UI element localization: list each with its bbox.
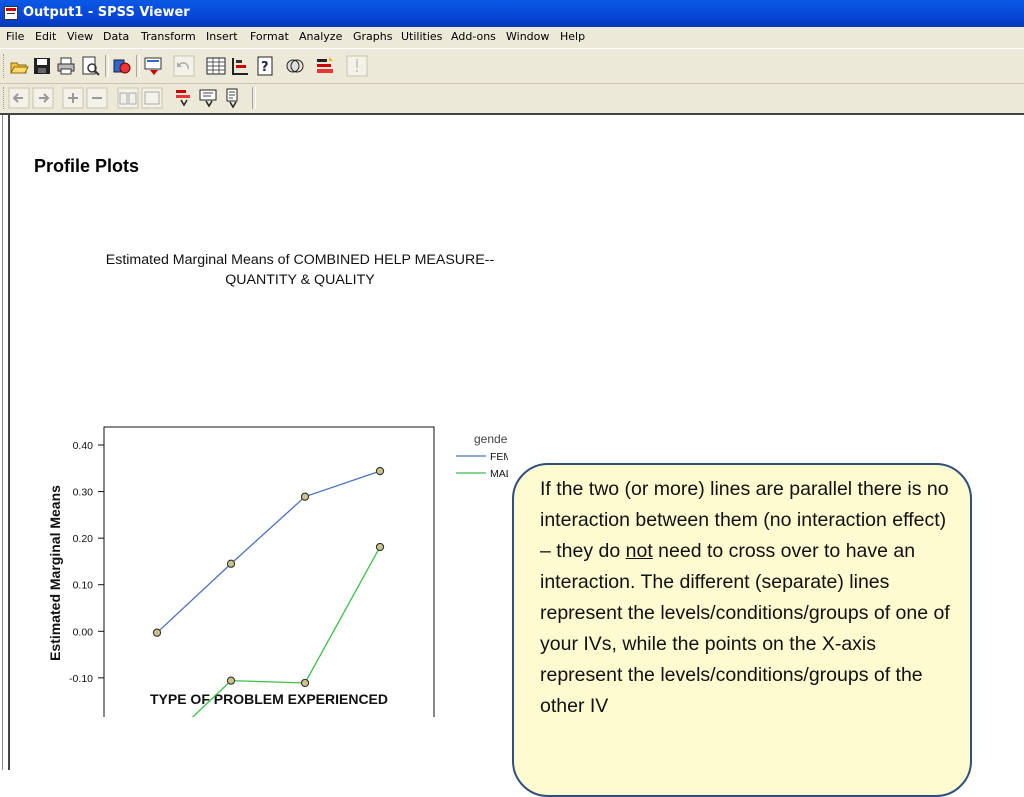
variables-icon[interactable]: ? — [254, 55, 276, 77]
menu-view[interactable]: View — [67, 30, 93, 43]
data-point-male — [226, 676, 236, 685]
menu-insert[interactable]: Insert — [206, 30, 238, 43]
svg-text:?: ? — [261, 60, 269, 75]
legend-label-female: FEMALE — [490, 451, 508, 463]
data-point-male — [300, 678, 310, 688]
outline-toolbar — [0, 84, 1024, 113]
data-point-female — [226, 559, 236, 568]
outline-pane-edge[interactable] — [0, 115, 10, 770]
menu-edit[interactable]: Edit — [35, 30, 56, 43]
menu-help[interactable]: Help — [560, 30, 585, 43]
menu-data[interactable]: Data — [103, 30, 129, 43]
insert-title-icon[interactable] — [197, 87, 219, 109]
y-axis-label: Estimated Marginal Means — [47, 485, 63, 661]
data-point-female — [375, 466, 385, 476]
y-tick-label: 0.30 — [73, 487, 94, 499]
demote-icon[interactable] — [32, 87, 54, 109]
toolbar-separator — [252, 87, 256, 109]
x-axis-label: TYPE OF PROBLEM EXPERIENCED — [150, 691, 388, 707]
data-point-female — [152, 628, 162, 637]
collapse-icon[interactable] — [86, 87, 108, 109]
section-title[interactable]: Profile Plots — [34, 156, 139, 177]
undo-icon[interactable] — [173, 55, 195, 77]
profile-plot-chart[interactable]: Estimated Marginal Means of COMBINED HEL… — [38, 247, 508, 717]
insert-text-icon[interactable] — [222, 87, 244, 109]
legend-title: gender — [474, 432, 508, 446]
select-last-output-icon[interactable] — [314, 55, 336, 77]
toolbar-separator — [105, 55, 109, 77]
print-preview-icon[interactable] — [79, 55, 101, 77]
plot-frame — [103, 426, 435, 717]
run-icon[interactable] — [346, 55, 368, 77]
spss-app-icon[interactable] — [4, 6, 18, 20]
window-title: Output1 - SPSS Viewer — [23, 5, 190, 20]
goto-data-icon[interactable] — [205, 55, 227, 77]
legend-label-male: MALE — [490, 468, 508, 480]
data-point-male — [375, 542, 385, 552]
callout-emphasis: not — [625, 540, 653, 562]
menu-bar: File Edit View Data Transform Insert For… — [0, 27, 1024, 49]
chart-title-line1: Estimated Marginal Means of COMBINED HEL… — [106, 252, 495, 268]
chart-title-line2: QUANTITY & QUALITY — [225, 272, 375, 288]
standard-toolbar: ? — [0, 49, 1024, 84]
output-pane[interactable]: Profile Plots Estimated Marginal Means o… — [0, 113, 1024, 797]
data-point-female — [300, 492, 310, 501]
callout-text: If the two (or more) lines are parallel … — [540, 474, 962, 722]
promote-icon[interactable] — [8, 87, 30, 109]
insert-heading-icon[interactable] — [172, 87, 194, 109]
menu-format[interactable]: Format — [250, 30, 289, 43]
y-tick-label: 0.20 — [73, 533, 94, 545]
open-icon[interactable] — [8, 55, 30, 77]
use-sets-icon[interactable] — [284, 55, 306, 77]
print-icon[interactable] — [55, 55, 77, 77]
menu-window[interactable]: Window — [506, 30, 549, 43]
explanation-callout: If the two (or more) lines are parallel … — [512, 463, 972, 797]
menu-transform[interactable]: Transform — [141, 30, 196, 43]
toolbar-grip[interactable] — [3, 54, 7, 78]
hide-icon[interactable] — [141, 87, 163, 109]
save-icon[interactable] — [31, 55, 53, 77]
menu-graphs[interactable]: Graphs — [353, 30, 392, 43]
callout-text-end: need to cross over to have an interactio… — [540, 540, 950, 717]
recall-dialog-icon[interactable] — [143, 55, 165, 77]
expand-icon[interactable] — [62, 87, 84, 109]
toolbar-grip[interactable] — [3, 87, 7, 109]
show-icon[interactable] — [117, 87, 139, 109]
y-tick-label: 0.00 — [73, 626, 94, 638]
y-tick-label: 0.40 — [73, 440, 94, 452]
title-bar: Output1 - SPSS Viewer — [0, 0, 1024, 27]
menu-file[interactable]: File — [6, 30, 24, 43]
menu-utilities[interactable]: Utilities — [401, 30, 442, 43]
toolbar-separator — [136, 55, 140, 77]
goto-case-icon[interactable] — [229, 55, 251, 77]
y-tick-label: 0.10 — [73, 580, 94, 592]
export-icon[interactable] — [111, 55, 133, 77]
menu-add-ons[interactable]: Add-ons — [451, 30, 496, 43]
y-tick-label: -0.10 — [69, 673, 93, 685]
menu-analyze[interactable]: Analyze — [299, 30, 342, 43]
